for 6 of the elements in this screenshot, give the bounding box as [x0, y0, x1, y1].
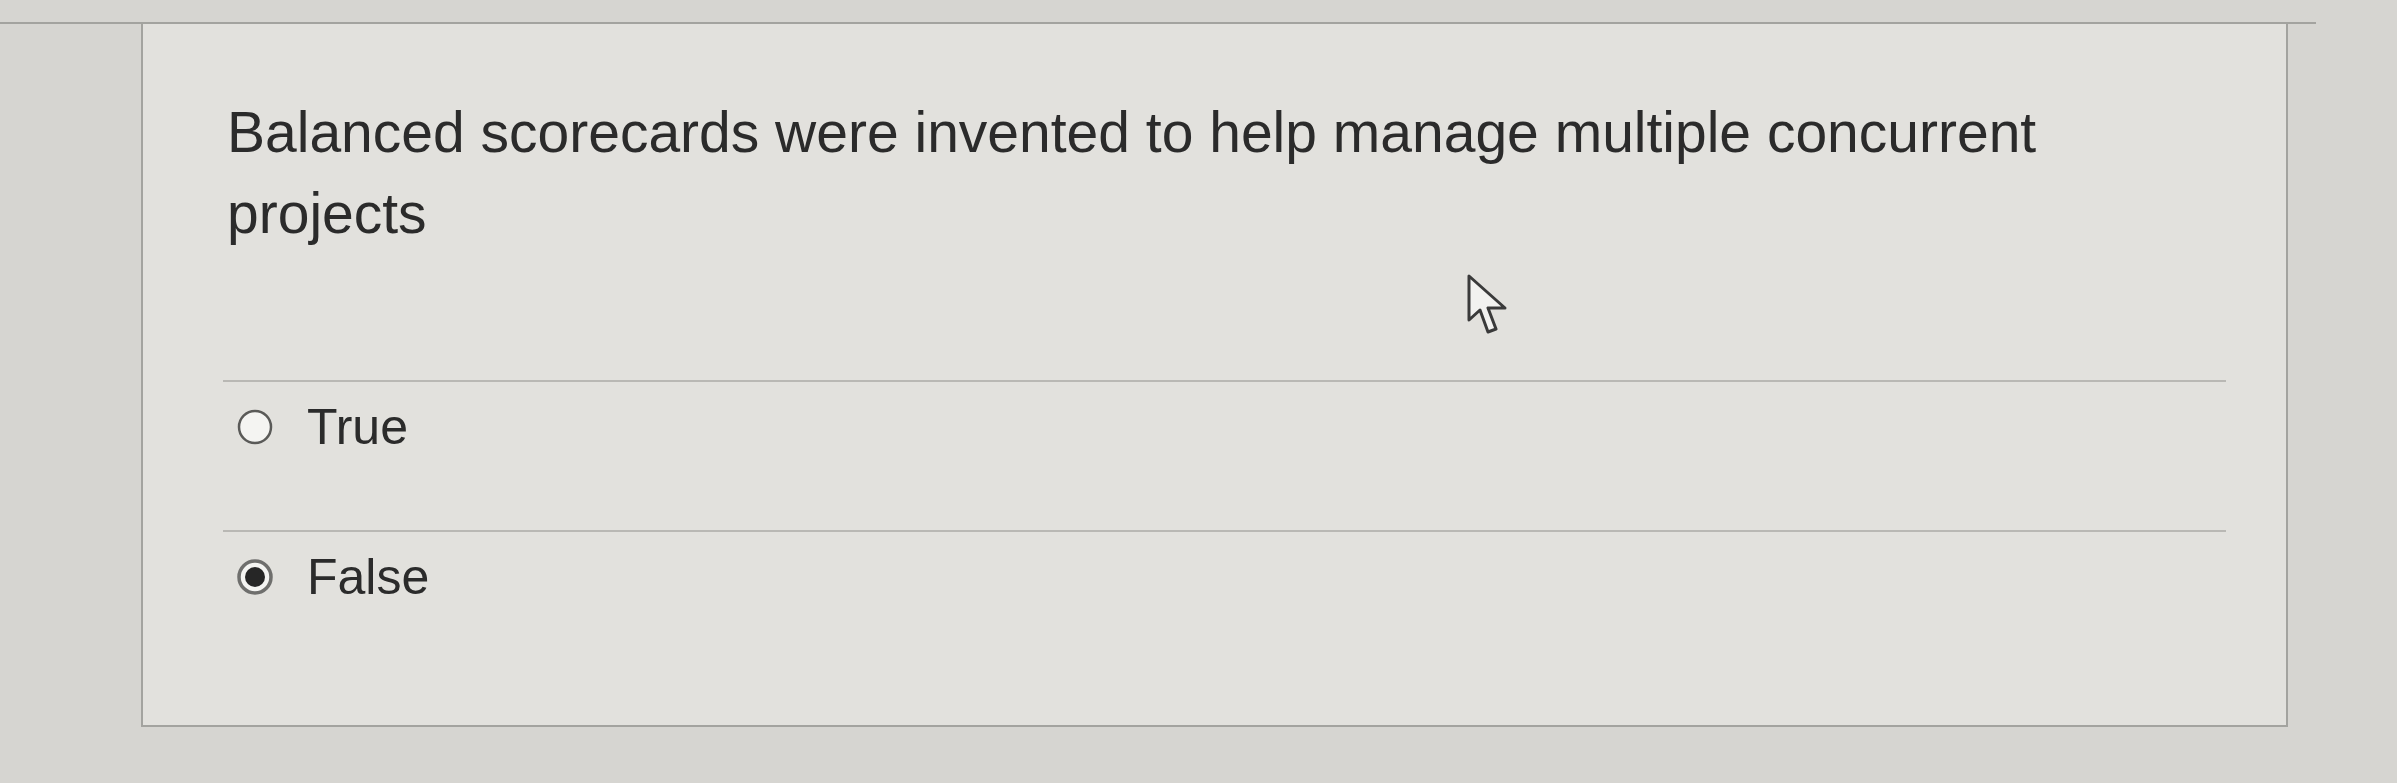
- radio-button[interactable]: [237, 409, 273, 445]
- option-label: True: [307, 402, 408, 452]
- radio-button[interactable]: [237, 559, 273, 595]
- option-label: False: [307, 552, 430, 602]
- question-text: Balanced scorecards were invented to help manage multiple concurrent projects: [227, 99, 2038, 247]
- mouse-pointer-icon: [1467, 274, 1509, 336]
